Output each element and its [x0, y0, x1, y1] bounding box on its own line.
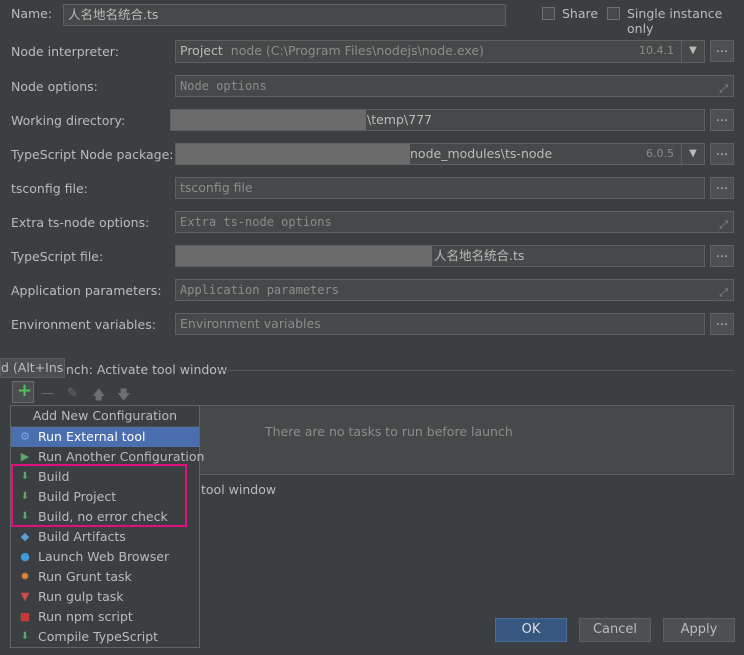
ok-button[interactable]: OK — [495, 618, 567, 642]
menu-item-label: Compile TypeScript — [38, 629, 159, 644]
ts-node-package-label: TypeScript Node package: — [11, 147, 174, 162]
cancel-button[interactable]: Cancel — [579, 618, 651, 642]
redacted-path — [176, 246, 432, 266]
app-params-placeholder: Application parameters — [180, 283, 339, 297]
working-directory-label: Working directory: — [11, 113, 126, 128]
menu-item-build-artifacts[interactable]: ◆ Build Artifacts — [11, 527, 199, 547]
minus-icon[interactable]: — — [41, 386, 54, 401]
add-configuration-popup: Add New Configuration ⚙ Run External too… — [10, 405, 205, 648]
extra-ts-node-options-input[interactable]: Extra ts-node options ⤢ — [175, 211, 734, 233]
share-label: Share — [562, 6, 599, 21]
single-instance-label: Single instance only — [627, 6, 723, 36]
typescript-file-value: 人名地名统合.ts — [434, 248, 525, 263]
chevron-down-icon[interactable]: ▼ — [681, 41, 704, 62]
env-vars-placeholder: Environment variables — [180, 316, 321, 331]
menu-item-run-external-tool[interactable]: ⚙ Run External tool — [11, 427, 199, 447]
gear-icon: ⚙ — [20, 430, 30, 443]
node-version: 10.4.1 — [639, 44, 674, 57]
working-directory-browse-button[interactable]: ... — [710, 109, 734, 131]
redacted-path — [176, 144, 410, 164]
section-divider — [219, 370, 734, 371]
ts-node-package-select[interactable]: node_modules\ts-node 6.0.5 ▼ — [175, 143, 705, 165]
menu-item-run-npm-script[interactable]: ■ Run npm script — [11, 607, 199, 627]
share-checkbox[interactable] — [542, 7, 555, 20]
add-task-button[interactable]: + — [12, 380, 34, 403]
ts-node-package-browse-button[interactable]: ... — [710, 143, 734, 165]
menu-item-compile-typescript[interactable]: ⬇ Compile TypeScript — [11, 627, 199, 647]
menu-item-label: Run npm script — [38, 609, 133, 624]
menu-item-label: Run Another Configuration — [38, 449, 205, 464]
tsconfig-placeholder: tsconfig file — [180, 180, 253, 195]
no-tasks-text: There are no tasks to run before launch — [265, 424, 513, 439]
menu-item-label: Run Grunt task — [38, 569, 132, 584]
npm-icon: ■ — [19, 610, 31, 623]
gulp-icon: ▼ — [20, 590, 30, 603]
typescript-file-input[interactable]: 人名地名统合.ts — [175, 245, 705, 267]
node-options-placeholder: Node options — [180, 79, 267, 93]
play-icon: ▶ — [20, 450, 30, 463]
compile-icon: ⬇ — [20, 631, 30, 642]
environment-variables-input[interactable]: Environment variables — [175, 313, 705, 335]
ts-node-version: 6.0.5 — [646, 147, 674, 160]
tsconfig-file-input[interactable]: tsconfig file — [175, 177, 705, 199]
add-tooltip: d (Alt+Insert) — [0, 358, 65, 378]
menu-item-label: Launch Web Browser — [38, 549, 170, 564]
menu-item-build[interactable]: ⬇ Build — [11, 467, 199, 487]
menu-item-label: Run External tool — [38, 429, 146, 444]
extra-options-placeholder: Extra ts-node options — [180, 215, 332, 229]
grunt-icon: ✹ — [20, 570, 30, 583]
node-options-input[interactable]: Node options ⤢ — [175, 75, 734, 97]
redacted-path — [171, 110, 366, 130]
globe-icon: ● — [20, 550, 30, 563]
menu-item-build-project[interactable]: ⬇ Build Project — [11, 487, 199, 507]
menu-item-run-another-configuration[interactable]: ▶ Run Another Configuration — [11, 447, 205, 467]
typescript-file-browse-button[interactable]: ... — [710, 245, 734, 267]
menu-item-label: Build Artifacts — [38, 529, 126, 544]
before-launch-section-label: nch: Activate tool window — [66, 362, 228, 377]
interpreter-path: node (C:\Program Files\nodejs\node.exe) — [230, 43, 484, 58]
popup-title: Add New Configuration — [11, 406, 199, 427]
node-interpreter-label: Node interpreter: — [11, 44, 119, 59]
application-parameters-input[interactable]: Application parameters ⤢ — [175, 279, 734, 301]
apply-button[interactable]: Apply — [663, 618, 735, 642]
menu-item-label: Build — [38, 469, 70, 484]
build-icon: ⬇ — [20, 471, 30, 482]
chevron-down-icon[interactable]: ▼ — [681, 144, 704, 164]
single-instance-checkbox[interactable] — [607, 7, 620, 20]
expand-icon[interactable]: ⤢ — [719, 79, 728, 96]
interpreter-prefix: Project — [180, 43, 223, 58]
menu-item-label: Build Project — [38, 489, 117, 504]
menu-item-build-no-error-check[interactable]: ⬇ Build, no error check — [11, 507, 199, 527]
name-input[interactable]: 人名地名统合.ts — [63, 4, 506, 26]
menu-item-launch-web-browser[interactable]: ● Launch Web Browser — [11, 547, 199, 567]
ts-node-package-value: node_modules\ts-node — [410, 146, 553, 161]
environment-variables-label: Environment variables: — [11, 317, 156, 332]
name-value: 人名地名统合.ts — [68, 7, 159, 22]
menu-item-label: Run gulp task — [38, 589, 124, 604]
expand-icon[interactable]: ⤢ — [719, 215, 728, 232]
menu-item-label: Build, no error check — [38, 509, 168, 524]
build-icon: ⬇ — [20, 491, 30, 502]
typescript-file-label: TypeScript file: — [11, 249, 104, 264]
activate-tool-window-label: tool window — [201, 482, 277, 497]
node-interpreter-select[interactable]: Project node (C:\Program Files\nodejs\no… — [175, 40, 705, 63]
expand-icon[interactable]: ⤢ — [719, 283, 728, 300]
name-label: Name: — [11, 6, 53, 21]
menu-item-run-gulp-task[interactable]: ▼ Run gulp task — [11, 587, 199, 607]
tsconfig-browse-button[interactable]: ... — [710, 177, 734, 199]
node-interpreter-browse-button[interactable]: ... — [710, 40, 734, 62]
node-options-label: Node options: — [11, 79, 98, 94]
build-icon: ⬇ — [20, 511, 30, 522]
working-directory-input[interactable]: \temp\777 — [170, 109, 705, 131]
plus-icon: + — [17, 380, 33, 401]
edit-icon[interactable]: ✎ — [67, 386, 78, 401]
menu-item-run-grunt-task[interactable]: ✹ Run Grunt task — [11, 567, 199, 587]
artifact-icon: ◆ — [20, 530, 30, 543]
extra-ts-node-options-label: Extra ts-node options: — [11, 215, 150, 230]
working-directory-value: \temp\777 — [367, 112, 432, 127]
tsconfig-file-label: tsconfig file: — [11, 181, 88, 196]
environment-variables-browse-button[interactable]: ... — [710, 313, 734, 335]
application-parameters-label: Application parameters: — [11, 283, 162, 298]
tooltip-text: d (Alt+Insert) — [1, 360, 64, 375]
